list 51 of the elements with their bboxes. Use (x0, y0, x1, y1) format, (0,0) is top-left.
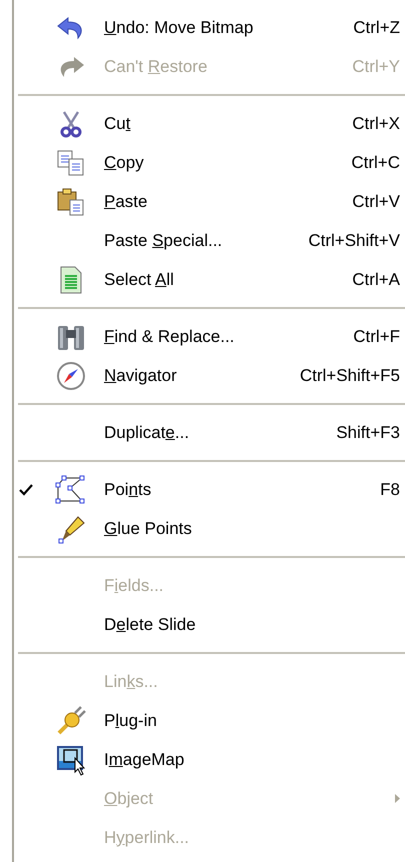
menu-item[interactable]: Navigator Ctrl+Shift+F5 (14, 356, 405, 395)
shortcut-label: Ctrl+V (352, 190, 400, 213)
shortcut-label: Ctrl+F (353, 326, 400, 348)
plug-icon (55, 704, 87, 736)
shortcut-label: Ctrl+C (351, 152, 400, 174)
menu-item-label: Undo: Move Bitmap (104, 16, 254, 39)
menu-item-label: Glue Points (104, 518, 192, 540)
image-map-icon (55, 744, 87, 776)
document-icon (59, 264, 83, 294)
menu-item[interactable]: Delete Slide (14, 605, 405, 644)
menu-item-label: Copy (104, 152, 144, 174)
menu-item-label: Can't Restore (104, 56, 208, 78)
menu-item-label: Navigator (104, 364, 177, 387)
menu-item-label: Plug-in (104, 710, 157, 732)
menu-item[interactable]: Plug-in (14, 701, 405, 740)
menu-item-label: Fields... (104, 574, 164, 597)
shortcut-label: Ctrl+Z (353, 16, 400, 39)
menu-item[interactable]: Cut Ctrl+X (14, 104, 405, 143)
compass-icon (56, 360, 86, 390)
menu-item[interactable]: Undo: Move Bitmap Ctrl+Z (14, 8, 405, 47)
menu-item-label: Hyperlink... (104, 826, 190, 849)
menu-item[interactable]: Copy Ctrl+C (14, 143, 405, 182)
menu-item[interactable]: Paste Special... Ctrl+Shift+V (14, 221, 405, 260)
shortcut-label: Ctrl+Shift+F5 (300, 364, 400, 387)
shortcut-label: Ctrl+Shift+V (308, 230, 400, 252)
shortcut-label: Shift+F3 (336, 422, 400, 444)
clipboard-icon (56, 186, 86, 216)
menu-item-label: Find & Replace... (104, 326, 234, 348)
menu-item-label: ImageMap (104, 748, 184, 771)
shortcut-label: Ctrl+X (352, 112, 400, 135)
menu-item-label: Select All (104, 268, 174, 291)
menu-item-label: Cut (104, 112, 130, 135)
menu-item-label: Paste Special... (104, 230, 222, 252)
menu-item[interactable]: Glue Points (14, 509, 405, 548)
shortcut-label: Ctrl+Y (352, 56, 400, 78)
menu-item[interactable]: Paste Ctrl+V (14, 182, 405, 221)
menu-item-label: Duplicate... (104, 422, 190, 444)
menu-item-label: Object (104, 788, 154, 810)
scissors-icon (59, 110, 83, 138)
menu-item-label: Delete Slide (104, 614, 196, 636)
menu-item-label: Paste (104, 190, 148, 213)
menu-item[interactable]: Duplicate... Shift+F3 (14, 413, 405, 452)
shortcut-label: F8 (380, 478, 400, 501)
menu-item[interactable]: Find & Replace... Ctrl+F (14, 317, 405, 356)
copy-documents-icon (56, 148, 86, 176)
menu-item[interactable]: Select All Ctrl+A (14, 260, 405, 299)
menu-item[interactable]: ImageMap (14, 740, 405, 779)
shortcut-label: Ctrl+A (352, 268, 400, 291)
menu-item[interactable]: Points F8 (14, 470, 405, 509)
menu-item-label: Links... (104, 670, 158, 693)
menu-item-label: Points (104, 478, 152, 501)
